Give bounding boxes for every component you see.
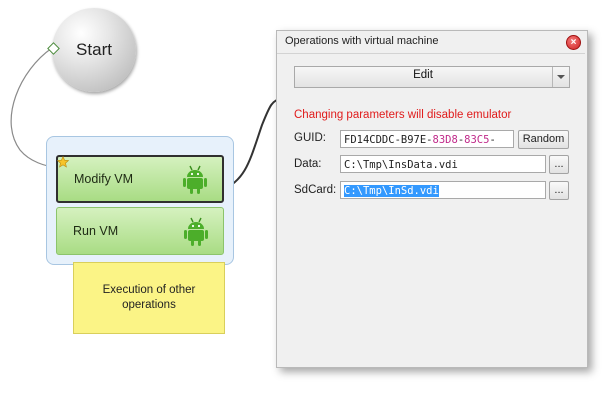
warning-message: Changing parameters will disable emulato… [294, 109, 512, 121]
run-vm-action[interactable]: Run VM [56, 207, 224, 255]
guid-value-part: FD14CDDC-B97E- [344, 134, 433, 146]
start-node[interactable]: Start [52, 8, 136, 92]
sdcard-path-value: C:\Tmp\InSd.vdi [344, 185, 439, 197]
browse-sdcard-button[interactable]: ... [549, 181, 569, 200]
sdcard-path-field[interactable]: C:\Tmp\InSd.vdi [340, 181, 546, 199]
close-icon[interactable]: × [566, 35, 581, 50]
run-vm-label: Run VM [73, 224, 119, 238]
android-icon [184, 217, 208, 246]
guid-label: GUID: [294, 132, 326, 144]
random-guid-button[interactable]: Random [518, 130, 569, 149]
dialog-title: Operations with virtual machine [285, 35, 439, 47]
note-line-1: Execution of other [102, 284, 196, 296]
chevron-down-icon [557, 75, 565, 79]
modify-vm-label: Modify VM [74, 172, 134, 186]
guid-value-part: - [489, 134, 496, 146]
guid-field[interactable]: FD14CDDC-B97E-83D8-83C5- [340, 130, 514, 148]
title-divider [277, 53, 585, 54]
note-line-2: operations [122, 299, 176, 311]
android-icon [183, 165, 207, 194]
data-path-value: C:\Tmp\InsData.vdi [344, 159, 458, 171]
data-path-field[interactable]: C:\Tmp\InsData.vdi [340, 155, 546, 173]
browse-data-button[interactable]: ... [549, 155, 569, 174]
start-node-label: Start [76, 40, 112, 59]
operation-mode-value: Edit [413, 69, 433, 81]
star-icon [57, 156, 69, 168]
guid-value-part: 83D8 [432, 134, 458, 146]
data-label: Data: [294, 158, 322, 170]
guid-value-part: 83C5 [464, 134, 490, 146]
modify-vm-action[interactable]: Modify VM [56, 155, 224, 203]
sticky-note[interactable]: Execution of other operations [73, 262, 225, 334]
sdcard-label: SdCard: [294, 184, 337, 196]
